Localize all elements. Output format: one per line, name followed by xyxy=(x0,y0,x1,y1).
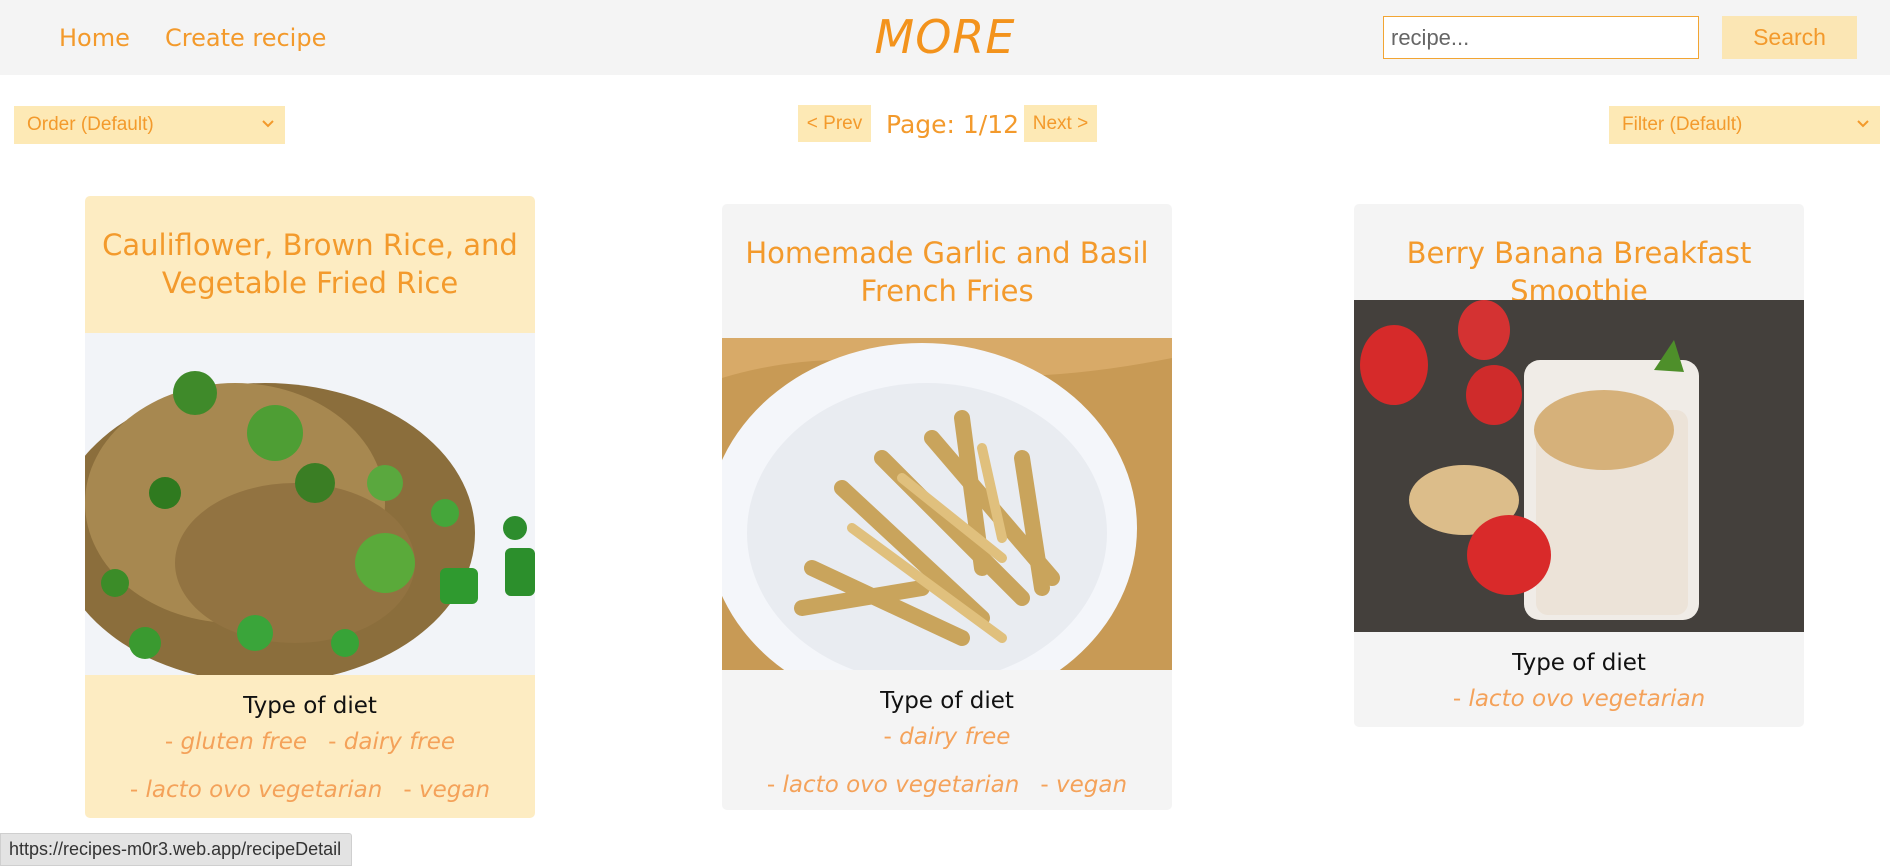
diet-tag[interactable]: dairy free xyxy=(328,719,455,766)
filter-select-value: Filter (Default) xyxy=(1622,114,1743,135)
french-fries-photo[interactable] xyxy=(722,338,1172,670)
diet-tag[interactable]: vegan xyxy=(1040,762,1127,809)
search-button[interactable]: Search xyxy=(1722,16,1857,59)
top-navbar: Home Create recipe MORE Search xyxy=(0,0,1890,75)
diet-heading: Type of diet xyxy=(1512,650,1646,676)
chevron-down-icon xyxy=(262,120,274,128)
recipe-title[interactable]: Cauliflower, Brown Rice, and Vegetable F… xyxy=(85,196,535,333)
order-select[interactable]: Order (Default) xyxy=(14,106,285,144)
recipe-card[interactable]: Cauliflower, Brown Rice, and Vegetable F… xyxy=(85,196,535,818)
recipe-title[interactable]: Berry Banana Breakfast Smoothie xyxy=(1354,204,1804,308)
diet-heading: Type of diet xyxy=(880,688,1014,714)
diet-tags: gluten free dairy free lacto ovo vegetar… xyxy=(85,719,535,815)
diet-tag[interactable]: lacto ovo vegetarian xyxy=(1453,676,1705,723)
diet-tag[interactable]: vegan xyxy=(403,767,490,814)
prev-page-button[interactable]: < Prev xyxy=(798,105,871,142)
smoothie-photo[interactable] xyxy=(1354,300,1804,632)
next-page-button[interactable]: Next > xyxy=(1024,105,1097,142)
diet-tag[interactable]: dairy free xyxy=(884,714,1010,761)
page-indicator: Page: 1/12 xyxy=(886,110,1020,139)
fried-rice-photo[interactable] xyxy=(85,333,535,675)
diet-tag[interactable]: lacto ovo vegetarian xyxy=(767,762,1020,809)
diet-tags: lacto ovo vegetarian xyxy=(1354,676,1804,724)
nav-create-recipe-link[interactable]: Create recipe xyxy=(165,24,326,52)
diet-heading: Type of diet xyxy=(243,693,377,719)
recipe-card[interactable]: Homemade Garlic and Basil French Fries T… xyxy=(722,204,1172,810)
nav-home-link[interactable]: Home xyxy=(59,24,130,52)
diet-tag[interactable]: lacto ovo vegetarian xyxy=(130,767,383,814)
diet-tags: dairy free lacto ovo vegetarian vegan xyxy=(722,714,1172,810)
search-input[interactable] xyxy=(1383,16,1699,59)
order-select-value: Order (Default) xyxy=(27,114,154,135)
recipe-title[interactable]: Homemade Garlic and Basil French Fries xyxy=(722,204,1172,338)
recipe-card[interactable]: Berry Banana Breakfast Smoothie Type of … xyxy=(1354,204,1804,727)
diet-tag[interactable]: gluten free xyxy=(165,719,307,766)
link-status-bar: https://recipes-m0r3.web.app/recipeDetai… xyxy=(0,833,352,866)
filter-select[interactable]: Filter (Default) xyxy=(1609,106,1880,144)
chevron-down-icon xyxy=(1857,120,1869,128)
